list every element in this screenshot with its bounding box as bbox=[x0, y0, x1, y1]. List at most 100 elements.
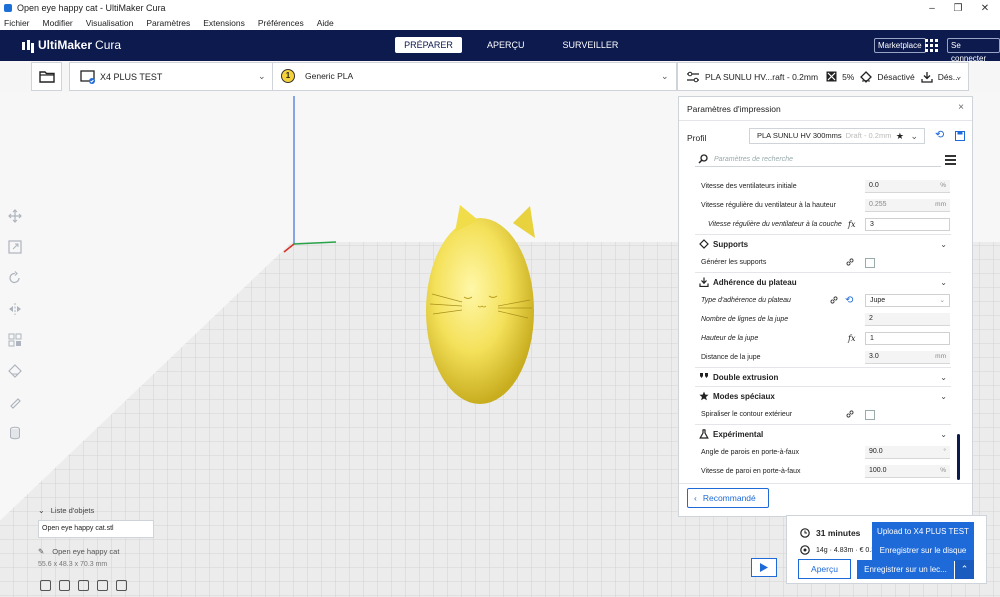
print-settings-chevron-down-icon[interactable]: ⌄ bbox=[955, 71, 963, 82]
support-icon bbox=[699, 239, 709, 251]
link-icon[interactable] bbox=[845, 257, 855, 269]
formula-icon[interactable]: fx bbox=[848, 220, 855, 229]
chevron-down-icon[interactable]: ⌄ bbox=[940, 278, 947, 287]
printer-chevron-down-icon[interactable]: ⌄ bbox=[258, 71, 266, 82]
layer-tool-icon[interactable] bbox=[6, 424, 24, 442]
menu-aide[interactable]: Aide bbox=[317, 18, 334, 28]
support-blocker-icon[interactable] bbox=[6, 362, 24, 380]
profile-dropdown[interactable]: PLA SUNLU HV 300mms Draft - 0.2mm ★ ⌄ bbox=[749, 128, 925, 144]
formula-icon[interactable]: fx bbox=[848, 334, 855, 343]
profile-suffix: Draft - 0.2mm bbox=[845, 131, 892, 140]
view-front-icon[interactable] bbox=[59, 580, 70, 591]
link-icon[interactable] bbox=[845, 409, 855, 421]
setting-value-input[interactable]: 2 bbox=[865, 313, 950, 326]
tab-apercu[interactable]: APERÇU bbox=[474, 37, 538, 53]
object-list-item[interactable]: Open eye happy cat.stl bbox=[38, 520, 154, 538]
object-list-toggle[interactable]: ⌄ Liste d'objets bbox=[38, 506, 154, 515]
scale-tool-icon[interactable] bbox=[6, 238, 24, 256]
setting-value-input[interactable]: 3 bbox=[865, 218, 950, 231]
tab-surveiller[interactable]: SURVEILLER bbox=[550, 37, 632, 53]
favorite-star-icon[interactable]: ★ bbox=[896, 129, 904, 143]
support-value: Désactivé bbox=[877, 71, 915, 82]
setting-value-input[interactable]: 0.0% bbox=[865, 180, 950, 193]
category-dual-extrusion[interactable]: Double extrusion ⌄ bbox=[695, 367, 951, 386]
open-file-button[interactable] bbox=[31, 62, 62, 91]
save-profile-icon[interactable] bbox=[955, 131, 965, 141]
material-chevron-down-icon[interactable]: ⌄ bbox=[661, 71, 669, 82]
panel-close-icon[interactable]: × bbox=[958, 102, 964, 113]
view-top-icon[interactable] bbox=[78, 580, 89, 591]
print-settings-selector[interactable]: PLA SUNLU HV...raft - 0.2mm 5% Désactivé… bbox=[677, 62, 969, 91]
maximize-button[interactable]: ❐ bbox=[943, 0, 973, 16]
chevron-down-icon[interactable]: ⌄ bbox=[940, 392, 947, 401]
folder-icon bbox=[38, 71, 55, 83]
reset-setting-icon[interactable]: ⟲ bbox=[845, 295, 855, 306]
category-support[interactable]: Supports ⌄ bbox=[695, 234, 951, 253]
profile-chevron-down-icon[interactable]: ⌄ bbox=[910, 129, 918, 143]
spool-icon bbox=[800, 545, 810, 555]
menu-modifier[interactable]: Modifier bbox=[43, 18, 73, 28]
category-label: Expérimental bbox=[713, 429, 764, 439]
setting-value-input[interactable]: 3.0 mm bbox=[865, 351, 950, 364]
login-button[interactable]: Se connecter bbox=[947, 38, 1000, 63]
per-model-settings-icon[interactable] bbox=[6, 331, 24, 349]
category-star[interactable]: Modes spéciaux ⌄ bbox=[695, 386, 951, 405]
cat-model[interactable] bbox=[426, 205, 535, 404]
setting-row: Nombre de lignes de la jupe 2 bbox=[695, 310, 951, 329]
setting-value-input[interactable]: 100.0% bbox=[865, 465, 950, 478]
printer-selector[interactable]: X4 PLUS TEST bbox=[80, 70, 162, 84]
setting-row: Spiraliser le contour extérieur bbox=[695, 405, 951, 424]
menu-parametres[interactable]: Paramètres bbox=[146, 18, 190, 28]
apps-grid-icon[interactable] bbox=[925, 39, 938, 52]
save-to-disk-button[interactable]: Enregistrer sur le disque bbox=[872, 541, 974, 561]
preview-button[interactable]: Aperçu bbox=[798, 559, 851, 579]
object-name: Open eye happy cat bbox=[52, 547, 120, 556]
settings-menu-icon[interactable] bbox=[945, 155, 956, 167]
category-adhesion[interactable]: Adhérence du plateau ⌄ bbox=[695, 272, 951, 291]
setting-value: 2 bbox=[869, 315, 873, 322]
ultimaker-logo-icon bbox=[22, 40, 34, 50]
setting-value-input[interactable]: 90.0 ° bbox=[865, 446, 950, 459]
setting-value-input[interactable]: 0.255 mm bbox=[865, 199, 950, 212]
pencil-icon[interactable]: ✎ bbox=[38, 547, 44, 556]
save-to-drive-button[interactable]: Enregistrer sur un lec... bbox=[857, 560, 954, 579]
menu-visualisation[interactable]: Visualisation bbox=[86, 18, 134, 28]
material-selector[interactable]: 1 Generic PLA bbox=[281, 69, 353, 83]
extruder-badge: 1 bbox=[281, 69, 295, 83]
setting-checkbox[interactable] bbox=[865, 257, 875, 268]
mirror-tool-icon[interactable] bbox=[6, 300, 24, 318]
rotate-tool-icon[interactable] bbox=[6, 269, 24, 287]
settings-scrollbar[interactable] bbox=[957, 434, 960, 480]
view-left-icon[interactable] bbox=[97, 580, 108, 591]
marketplace-button[interactable]: Marketplace bbox=[874, 38, 926, 53]
setting-label: Vitesse régulière du ventilateur à la ha… bbox=[701, 202, 836, 209]
chevron-down-icon[interactable]: ⌄ bbox=[940, 430, 947, 439]
link-icon[interactable] bbox=[829, 295, 839, 307]
setting-value-input[interactable]: 1 bbox=[865, 332, 950, 345]
chevron-left-icon: ‹ bbox=[694, 493, 697, 503]
paint-tool-icon[interactable] bbox=[6, 393, 24, 411]
chevron-down-icon[interactable]: ⌄ bbox=[940, 240, 947, 249]
slice-play-button[interactable] bbox=[751, 558, 777, 577]
reset-profile-icon[interactable]: ⟲ bbox=[935, 128, 944, 141]
menu-preferences[interactable]: Préférences bbox=[258, 18, 304, 28]
category-flask[interactable]: Expérimental ⌄ bbox=[695, 424, 951, 443]
menu-fichier[interactable]: Fichier bbox=[4, 18, 30, 28]
tab-preparer[interactable]: PRÉPARER bbox=[395, 37, 462, 53]
move-tool-icon[interactable] bbox=[6, 207, 24, 225]
setting-dropdown[interactable]: Jupe ⌄ bbox=[865, 294, 950, 307]
window-title: Open eye happy cat - UltiMaker Cura bbox=[17, 3, 166, 13]
view-right-icon[interactable] bbox=[116, 580, 127, 591]
view-3d-icon[interactable] bbox=[40, 580, 51, 591]
menu-extensions[interactable]: Extensions bbox=[203, 18, 245, 28]
upload-to-printer-button[interactable]: Upload to X4 PLUS TEST bbox=[872, 522, 974, 542]
setting-unit: mm bbox=[935, 353, 946, 360]
setting-checkbox[interactable] bbox=[865, 409, 875, 420]
output-options-chevron-up-icon[interactable]: ⌃ bbox=[955, 560, 974, 579]
close-window-button[interactable]: ✕ bbox=[970, 0, 1000, 16]
recommended-button[interactable]: ‹ Recommandé bbox=[687, 488, 769, 508]
settings-search-input[interactable]: Paramètres de recherche bbox=[695, 152, 941, 167]
setting-unit: mm bbox=[935, 201, 946, 208]
chevron-down-icon[interactable]: ⌄ bbox=[940, 373, 947, 382]
setting-row: Distance de la jupe 3.0 mm bbox=[695, 348, 951, 367]
